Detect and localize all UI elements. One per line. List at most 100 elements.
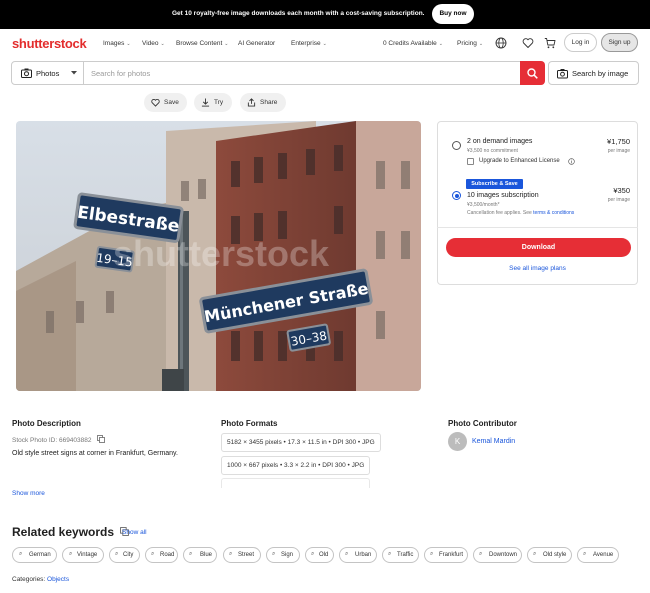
search-bar: Photos (11, 61, 545, 85)
option-on-demand-price: ¥1,750 (607, 137, 630, 146)
keyword-chip[interactable]: ⌕ Blue (183, 547, 217, 563)
share-button[interactable]: Share (240, 93, 286, 112)
chevron-down-icon: ⌄ (478, 41, 484, 47)
keyword-chip[interactable]: ⌕ Road (145, 547, 178, 563)
option-subscription-radio[interactable] (452, 191, 461, 200)
login-button[interactable]: Log in (564, 33, 597, 52)
show-all-link[interactable]: Show all (122, 529, 147, 536)
contributor-link[interactable]: Kemal Mardin (472, 438, 515, 445)
search-icon: ⌕ (229, 551, 233, 557)
share-label: Share (260, 99, 278, 106)
nav-ai-generator[interactable]: AI Generator (238, 40, 275, 47)
search-type-dropdown[interactable]: Photos (12, 62, 84, 84)
search-icon: ⌕ (151, 551, 155, 557)
option-subscription-price: ¥350 (613, 186, 630, 195)
option-subscription-title: 10 images subscription (467, 192, 539, 199)
related-keywords-heading: Related keywords (12, 525, 130, 539)
logo[interactable]: shutterstock (12, 36, 87, 51)
keyword-chip[interactable]: ⌕ City (109, 547, 140, 563)
nav-images[interactable]: Images ⌄ (103, 40, 131, 47)
search-icon: ⌕ (533, 551, 537, 557)
keyword-chip[interactable]: ⌕ Downtown (473, 547, 522, 563)
nav-images-label: Images (103, 40, 125, 47)
buy-now-button[interactable]: Buy now (432, 4, 474, 24)
keyword-label: Sign (281, 552, 294, 558)
search-icon: ⌕ (345, 551, 349, 557)
search-icon: ⌕ (272, 551, 276, 557)
format-option[interactable]: 5182 × 3455 pixels • 17.3 × 11.5 in • DP… (221, 433, 381, 452)
search-input[interactable] (85, 62, 520, 84)
main-photo[interactable]: Elbestraße 19–15 Münchener Straße 30–38 … (16, 121, 421, 391)
cart-icon[interactable] (544, 37, 556, 49)
format-option-partial[interactable] (221, 478, 370, 488)
globe-icon[interactable] (495, 37, 507, 49)
enhanced-license-checkbox[interactable] (467, 158, 474, 165)
signup-button[interactable]: Sign up (601, 33, 638, 52)
nav-video-label: Video (142, 40, 159, 47)
nav-enterprise[interactable]: Enterprise ⌄ (291, 40, 327, 47)
keyword-label: Traffic (397, 552, 414, 558)
keyword-label: Blue (200, 552, 213, 558)
search-icon: ⌕ (388, 551, 392, 557)
search-icon: ⌕ (430, 551, 434, 557)
option-on-demand-radio[interactable] (452, 141, 461, 150)
keyword-label: Old style (543, 552, 567, 558)
chevron-down-icon: ⌄ (322, 41, 327, 47)
nav-credits[interactable]: 0 Credits Available ⌄ (383, 40, 443, 47)
keyword-chip[interactable]: ⌕ Street (223, 547, 261, 563)
pricing-label: Pricing (457, 40, 477, 47)
save-button[interactable]: Save (144, 93, 187, 112)
keyword-label: Street (238, 552, 255, 558)
nav-ai-generator-label: AI Generator (238, 40, 276, 47)
keyword-label: Avenue (593, 552, 614, 558)
photo-description: Old style street signs at corner in Fran… (12, 450, 178, 457)
keyword-chip[interactable]: ⌕ German (12, 547, 57, 563)
caret-down-icon (71, 71, 77, 75)
keyword-label: Frankfurt (439, 552, 464, 558)
download-button[interactable]: Download (446, 238, 631, 257)
keyword-label: Vintage (77, 552, 98, 558)
search-by-image-label: Search by image (572, 69, 629, 78)
chevron-down-icon: ⌄ (224, 41, 229, 47)
info-icon[interactable] (568, 158, 575, 165)
copy-icon[interactable] (97, 435, 106, 443)
search-icon (527, 68, 538, 79)
option-subscription-per: per image (607, 197, 630, 203)
search-icon: ⌕ (583, 551, 587, 557)
keyword-chip[interactable]: ⌕ Vintage (62, 547, 104, 563)
search-by-image-button[interactable]: Search by image (548, 61, 639, 85)
nav-browse-content[interactable]: Browse Content ⌄ (176, 40, 228, 47)
keyword-chip[interactable]: ⌕ Old (305, 547, 334, 563)
search-icon: ⌕ (189, 551, 193, 557)
try-button[interactable]: Try (194, 93, 232, 112)
see-all-plans-link[interactable]: See all image plans (437, 265, 638, 272)
search-icon: ⌕ (115, 551, 119, 557)
photo-contributor-heading: Photo Contributor (448, 419, 517, 428)
show-more-link[interactable]: Show more (12, 490, 45, 497)
nav-pricing[interactable]: Pricing ⌄ (457, 40, 483, 47)
keyword-chip[interactable]: ⌕ Avenue (577, 547, 619, 563)
categories: Categories: Objects (12, 576, 69, 583)
watermark: shutterstock (113, 233, 330, 274)
option-on-demand-title: 2 on demand images (467, 138, 533, 145)
format-option[interactable]: 1000 × 667 pixels • 3.3 × 2.2 in • DPI 3… (221, 456, 371, 475)
keyword-chip[interactable]: ⌕ Sign (266, 547, 300, 563)
option-on-demand-per: per image (607, 148, 630, 154)
keyword-chip[interactable]: ⌕ Urban (339, 547, 377, 563)
terms-link[interactable]: terms & conditions (533, 210, 574, 216)
keyword-chip[interactable]: ⌕ Traffic (382, 547, 419, 563)
keyword-chip[interactable]: ⌕ Frankfurt (424, 547, 468, 563)
related-keywords-title: Related keywords (12, 525, 115, 539)
nav-video[interactable]: Video ⌄ (142, 40, 165, 47)
avatar[interactable]: K (448, 432, 467, 451)
search-icon: ⌕ (479, 551, 483, 557)
share-icon (247, 98, 256, 107)
category-link[interactable]: Objects (47, 576, 69, 583)
cancellation-text: Cancellation fee applies. See (467, 210, 534, 216)
keyword-chip[interactable]: ⌕ Old style (527, 547, 572, 563)
heart-icon (151, 98, 160, 107)
card-divider (437, 227, 638, 228)
search-button[interactable] (520, 61, 545, 85)
heart-icon[interactable] (522, 37, 534, 49)
option-on-demand-sub: ¥3,500 no commitment (467, 148, 518, 154)
